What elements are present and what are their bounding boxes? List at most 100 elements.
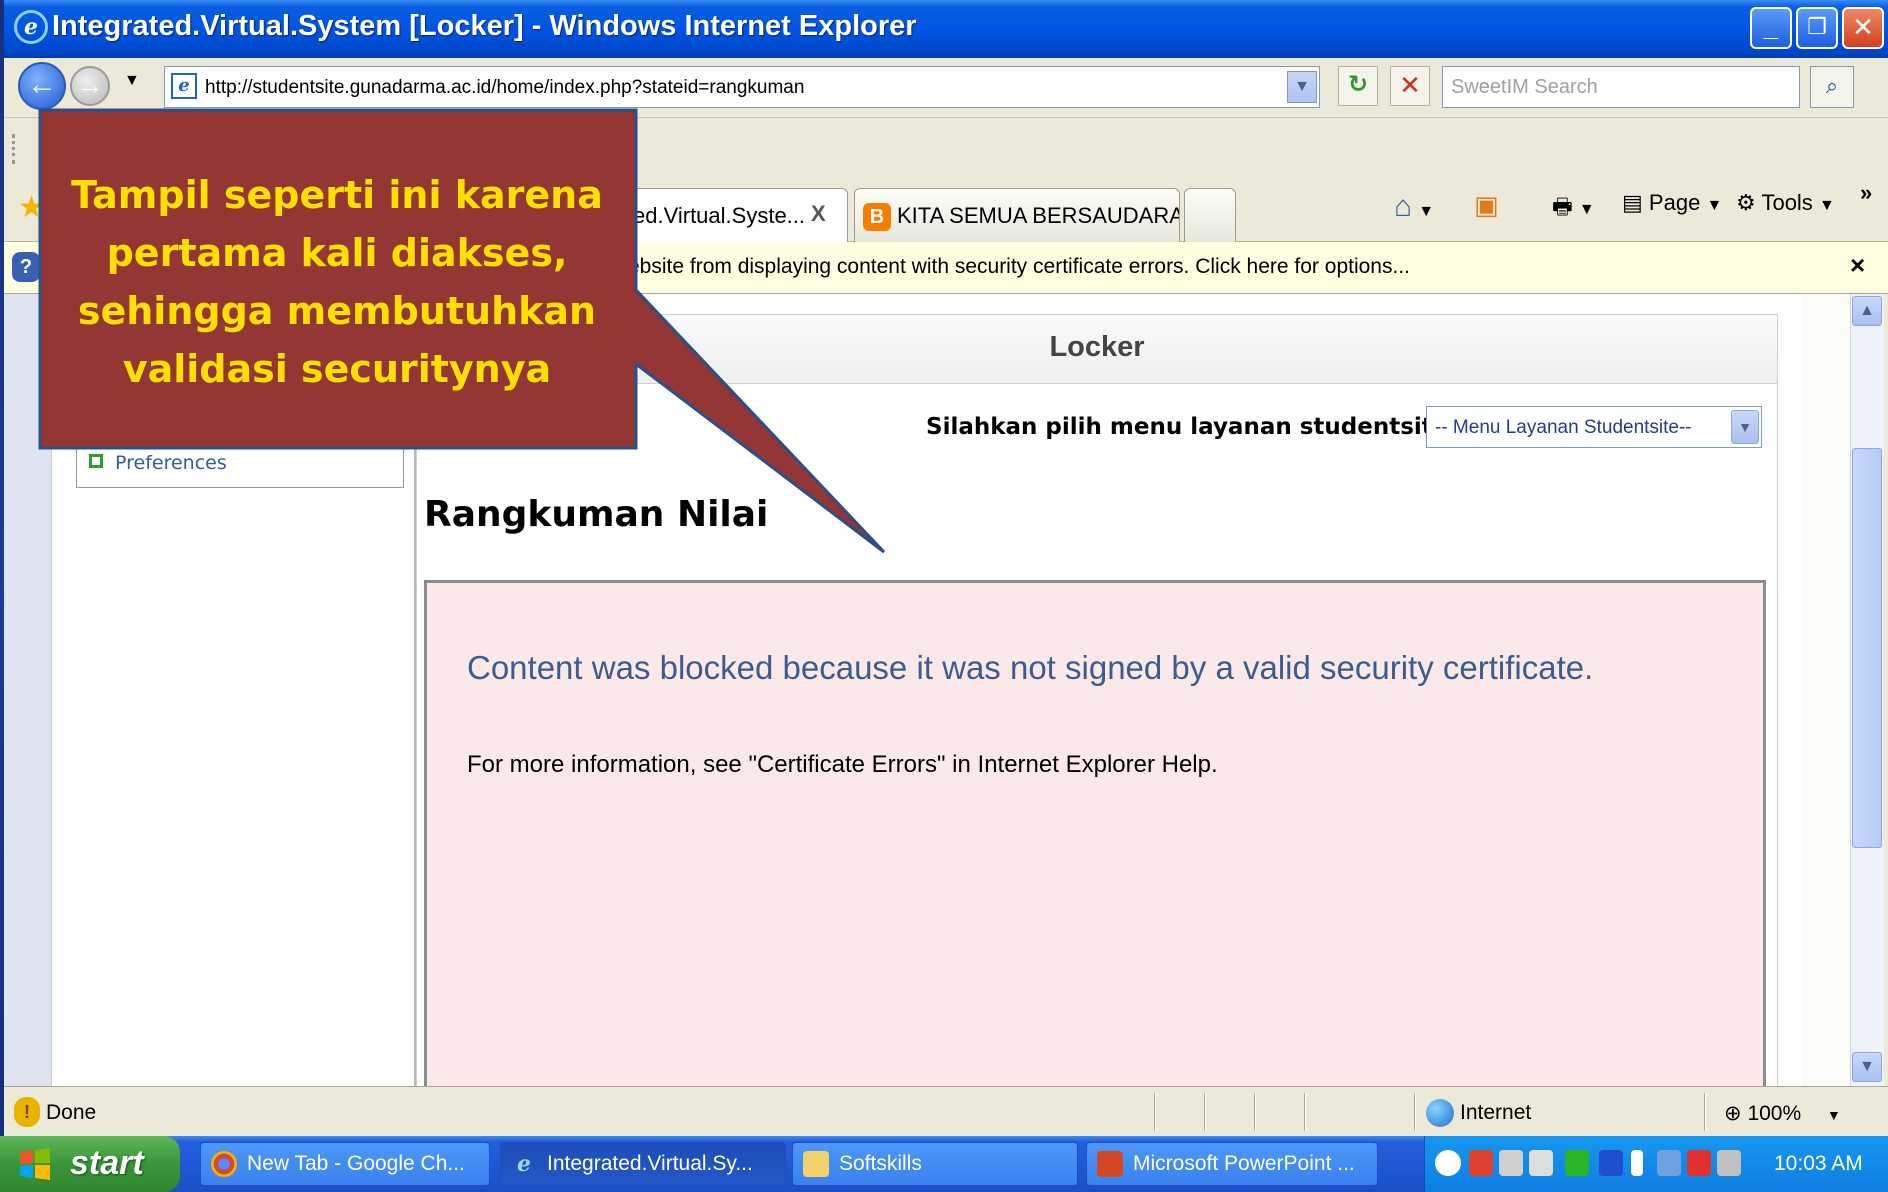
scroll-down-button[interactable]: ▼ <box>1852 1052 1882 1082</box>
battery-icon[interactable] <box>1631 1150 1643 1176</box>
title-bar: e Integrated.Virtual.System [Locker] - W… <box>4 0 1888 58</box>
close-button[interactable]: ✕ <box>1842 7 1884 49</box>
bluetooth-icon[interactable] <box>1599 1150 1623 1176</box>
window-title: Integrated.Virtual.System [Locker] - Win… <box>52 10 917 42</box>
status-text: Done <box>46 1101 97 1124</box>
page-icon: e <box>171 73 197 99</box>
minimize-button[interactable]: _ <box>1750 7 1792 49</box>
security-zone[interactable]: Internet <box>1460 1101 1531 1125</box>
task-google-chrome[interactable]: New Tab - Google Ch... <box>200 1142 490 1186</box>
chrome-icon <box>211 1151 237 1177</box>
status-divider <box>1704 1093 1706 1131</box>
page-left-gutter <box>4 294 52 1086</box>
address-toolbar: ← → ▼ e http://studentsite.gunadarma.ac.… <box>4 58 1888 118</box>
zoom-level[interactable]: ⊕ 100% ▼ <box>1724 1101 1841 1126</box>
folder-icon <box>803 1151 829 1177</box>
refresh-button[interactable]: ↻ <box>1338 66 1378 106</box>
page-icon: ▤ <box>1622 190 1643 215</box>
status-divider <box>1304 1093 1306 1131</box>
zoom-value: 100% <box>1747 1102 1802 1125</box>
status-divider <box>1154 1093 1156 1131</box>
tools-menu-label: Tools <box>1761 190 1813 215</box>
ie-logo-icon: e <box>14 10 48 44</box>
restore-button[interactable]: ❐ <box>1796 7 1838 49</box>
menu-select-value: -- Menu Layanan Studentsite-- <box>1435 417 1692 438</box>
home-icon: ⌂ <box>1394 190 1413 223</box>
menu-layanan-select[interactable]: -- Menu Layanan Studentsite-- ▼ <box>1426 406 1762 448</box>
status-divider <box>1204 1093 1206 1131</box>
task-powerpoint[interactable]: Microsoft PowerPoint ... <box>1086 1142 1378 1186</box>
address-url[interactable]: http://studentsite.gunadarma.ac.id/home/… <box>205 77 804 99</box>
scroll-up-button[interactable]: ▲ <box>1852 296 1882 326</box>
task-softskills-folder[interactable]: Softskills <box>792 1142 1078 1186</box>
blocked-content-box: Content was blocked because it was not s… <box>424 580 1766 1086</box>
scroll-thumb[interactable] <box>1852 448 1882 848</box>
tray-expand-icon[interactable] <box>1435 1150 1461 1176</box>
device-tray-icon[interactable] <box>1717 1150 1741 1176</box>
callout-text: Tampil seperti ini karena pertama kali d… <box>44 166 630 398</box>
task-internet-explorer[interactable]: e Integrated.Virtual.Sy... <box>500 1142 786 1186</box>
tools-menu[interactable]: ⚙ Tools ▼ <box>1736 190 1835 216</box>
search-input[interactable]: SweetIM Search <box>1442 66 1800 108</box>
home-button[interactable]: ⌂ ▼ <box>1394 190 1434 224</box>
blocked-message: Content was blocked because it was not s… <box>467 649 1594 686</box>
status-divider <box>1414 1093 1416 1131</box>
toolbar-grip[interactable] <box>12 134 18 164</box>
task-label: Softskills <box>839 1152 922 1175</box>
address-field[interactable]: e http://studentsite.gunadarma.ac.id/hom… <box>164 66 1320 108</box>
page-title: Rangkuman Nilai <box>424 494 769 535</box>
print-button[interactable]: 🖶 ▼ <box>1552 190 1595 228</box>
back-button[interactable]: ← <box>18 62 66 110</box>
powerpoint-icon <box>1097 1151 1123 1177</box>
callout-line: validasi securitynya <box>122 347 552 391</box>
sidebar-item-preferences[interactable]: Preferences <box>115 452 227 474</box>
windows-flag-icon <box>20 1148 50 1180</box>
search-button[interactable]: ⌕ <box>1810 66 1854 108</box>
shield-icon: ? <box>12 252 40 282</box>
tab-close-icon[interactable]: X <box>811 201 826 227</box>
page-menu[interactable]: ▤ Page ▼ <box>1622 190 1722 216</box>
callout-line: pertama kali diakses, <box>106 231 568 275</box>
tab-label: KITA SEMUA BERSAUDARA: ... <box>897 203 1180 228</box>
page-right-margin <box>1802 294 1850 1086</box>
task-label: New Tab - Google Ch... <box>247 1152 465 1175</box>
bullet-icon <box>89 454 103 468</box>
favorites-star-icon[interactable]: ★ <box>18 190 45 225</box>
tab-label: ed.Virtual.Syste... <box>633 203 806 228</box>
page-menu-label: Page <box>1648 190 1701 215</box>
clock[interactable]: 10:03 AM <box>1774 1152 1863 1176</box>
security-tray-icon[interactable] <box>1687 1150 1711 1176</box>
callout-line: Tampil seperti ini karena <box>71 173 603 217</box>
address-dropdown-button[interactable]: ▼ <box>1287 71 1317 103</box>
start-button[interactable]: start <box>0 1136 180 1192</box>
new-tab-button[interactable] <box>1184 188 1236 242</box>
tab-kita-semua-bersaudara[interactable]: B KITA SEMUA BERSAUDARA: ... <box>854 188 1180 242</box>
feeds-icon[interactable]: ▣ <box>1474 190 1499 221</box>
chevron-down-icon[interactable]: ▼ <box>1827 1107 1841 1123</box>
sidebar-menu: Preferences <box>76 440 404 488</box>
callout-line: sehingga membutuhkan <box>77 289 597 333</box>
print-icon: 🖶 <box>1552 194 1573 219</box>
tab-integrated-virtual-system[interactable]: ed.Virtual.Syste... X <box>624 188 848 242</box>
zoom-icon: ⊕ <box>1724 1102 1742 1125</box>
information-bar-text[interactable]: ebsite from displaying content with secu… <box>628 255 1410 279</box>
volume-tray-icon[interactable] <box>1529 1150 1553 1176</box>
chevron-down-icon[interactable]: ▼ <box>1731 410 1759 444</box>
gear-icon: ⚙ <box>1736 190 1756 215</box>
history-dropdown-icon[interactable]: ▼ <box>124 72 140 90</box>
pdf-tray-icon[interactable] <box>1469 1150 1493 1176</box>
task-label: Integrated.Virtual.Sy... <box>547 1152 753 1175</box>
status-bar: ! Done Internet ⊕ 100% ▼ <box>4 1086 1888 1136</box>
start-label: start <box>70 1144 144 1182</box>
more-commands-chevron-icon[interactable]: » <box>1860 180 1872 206</box>
blogger-icon: B <box>863 203 891 231</box>
information-bar-close-button[interactable]: × <box>1850 250 1865 281</box>
green-triangle-tray-icon[interactable] <box>1565 1150 1589 1176</box>
warning-icon: ! <box>14 1097 40 1127</box>
forward-button[interactable]: → <box>70 66 110 106</box>
stop-button[interactable]: ✕ <box>1390 66 1430 106</box>
menu-select-label: Silahkan pilih menu layanan studentsite … <box>926 414 1466 440</box>
network-tray-icon[interactable] <box>1499 1150 1523 1176</box>
display-tray-icon[interactable] <box>1657 1150 1681 1176</box>
globe-icon <box>1426 1099 1454 1127</box>
